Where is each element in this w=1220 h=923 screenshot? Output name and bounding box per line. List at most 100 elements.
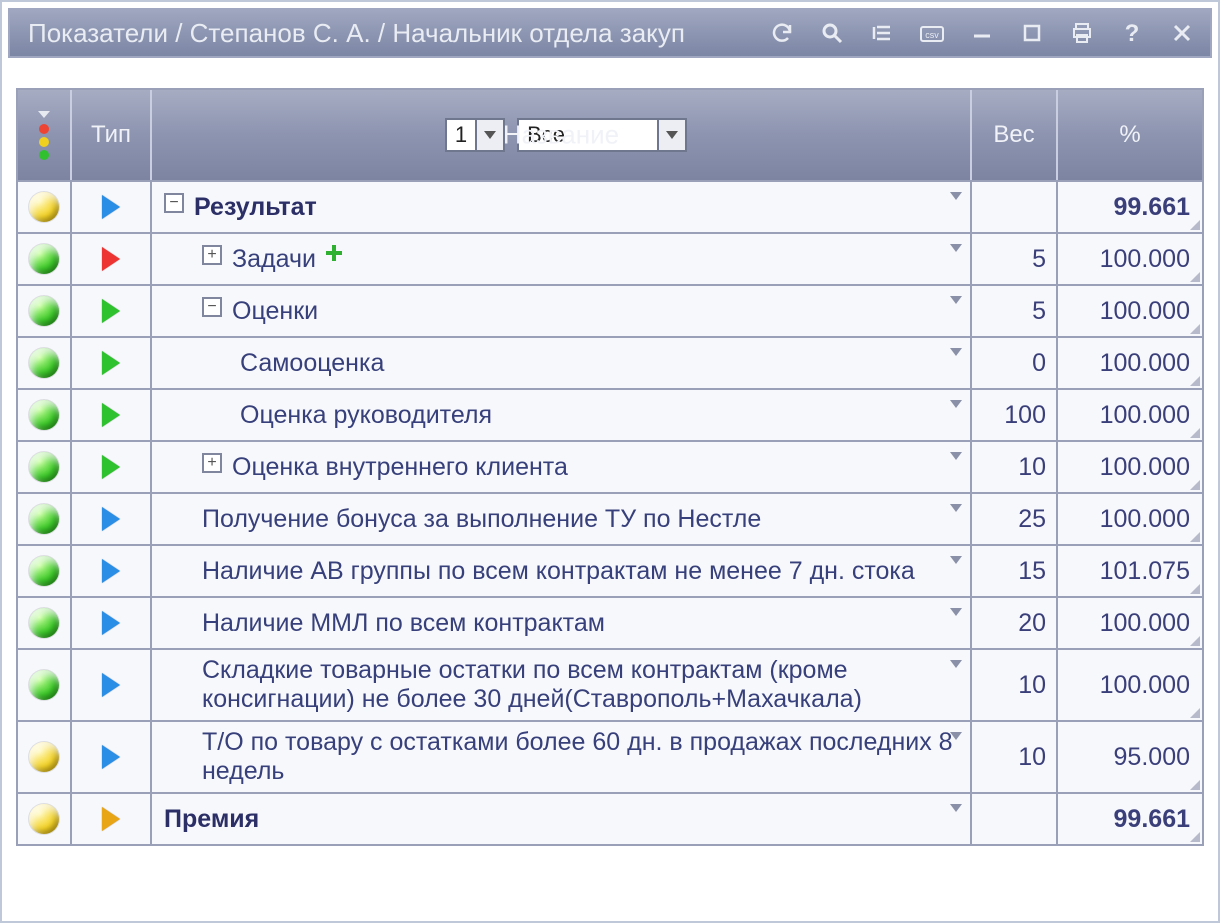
weight-cell[interactable]: 100 (972, 390, 1058, 440)
level-select[interactable]: 1 (445, 118, 505, 152)
name-cell[interactable]: +Задачи (152, 234, 972, 284)
weight-cell[interactable]: 10 (972, 650, 1058, 720)
minimize-icon[interactable] (968, 19, 996, 47)
row-menu-chevron-icon[interactable] (950, 608, 962, 616)
name-cell[interactable]: Оценка руководителя (152, 390, 972, 440)
csv-export-icon[interactable]: csv (918, 19, 946, 47)
table-row[interactable]: Складкие товарные остатки по всем контра… (18, 648, 1202, 720)
help-icon[interactable]: ? (1118, 19, 1146, 47)
weight-cell[interactable]: 10 (972, 722, 1058, 792)
weight-cell[interactable]: 10 (972, 442, 1058, 492)
weight-cell[interactable]: 5 (972, 286, 1058, 336)
pct-cell[interactable]: 101.075 (1058, 546, 1202, 596)
header-type-label: Тип (91, 121, 131, 149)
name-cell[interactable]: Самооценка (152, 338, 972, 388)
name-cell[interactable]: −Результат (152, 182, 972, 232)
status-cell (18, 722, 72, 792)
type-cell[interactable] (72, 182, 152, 232)
header-status-col[interactable] (18, 90, 72, 180)
pct-cell[interactable]: 100.000 (1058, 390, 1202, 440)
table-row[interactable]: Оценка руководителя100100.000 (18, 388, 1202, 440)
add-icon[interactable] (326, 245, 342, 261)
row-menu-chevron-icon[interactable] (950, 732, 962, 740)
weight-cell[interactable]: 20 (972, 598, 1058, 648)
pct-cell[interactable]: 100.000 (1058, 598, 1202, 648)
weight-cell[interactable] (972, 794, 1058, 844)
row-menu-chevron-icon[interactable] (950, 348, 962, 356)
type-cell[interactable] (72, 286, 152, 336)
table-row[interactable]: Самооценка0100.000 (18, 336, 1202, 388)
row-menu-chevron-icon[interactable] (950, 556, 962, 564)
maximize-icon[interactable] (1018, 19, 1046, 47)
type-cell[interactable] (72, 234, 152, 284)
type-cell[interactable] (72, 722, 152, 792)
filter-select-button[interactable] (657, 120, 685, 150)
pct-cell[interactable]: 99.661 (1058, 182, 1202, 232)
name-cell[interactable]: Складкие товарные остатки по всем контра… (152, 650, 972, 720)
row-menu-chevron-icon[interactable] (950, 192, 962, 200)
collapse-icon[interactable]: − (164, 193, 184, 213)
search-icon[interactable] (818, 19, 846, 47)
play-icon (102, 507, 120, 531)
close-icon[interactable] (1168, 19, 1196, 47)
type-cell[interactable] (72, 650, 152, 720)
pct-cell[interactable]: 95.000 (1058, 722, 1202, 792)
type-cell[interactable] (72, 794, 152, 844)
pct-value: 100.000 (1100, 245, 1190, 274)
name-cell[interactable]: Наличие ММЛ по всем контрактам (152, 598, 972, 648)
name-cell[interactable]: Премия (152, 794, 972, 844)
print-icon[interactable] (1068, 19, 1096, 47)
row-menu-chevron-icon[interactable] (950, 400, 962, 408)
pct-cell[interactable]: 100.000 (1058, 494, 1202, 544)
weight-cell[interactable]: 25 (972, 494, 1058, 544)
row-menu-chevron-icon[interactable] (950, 660, 962, 668)
header-pct-col[interactable]: % (1058, 90, 1202, 180)
level-select-button[interactable] (475, 120, 503, 150)
type-cell[interactable] (72, 442, 152, 492)
row-menu-chevron-icon[interactable] (950, 504, 962, 512)
collapse-icon[interactable]: − (202, 297, 222, 317)
name-cell[interactable]: Т/О по товару с остатками более 60 дн. в… (152, 722, 972, 792)
table-row[interactable]: Получение бонуса за выполнение ТУ по Нес… (18, 492, 1202, 544)
table-row[interactable]: Премия 99.661 (18, 792, 1202, 844)
type-cell[interactable] (72, 390, 152, 440)
weight-cell[interactable]: 0 (972, 338, 1058, 388)
weight-cell[interactable]: 15 (972, 546, 1058, 596)
table-row[interactable]: Наличие ММЛ по всем контрактам20 100.000 (18, 596, 1202, 648)
name-cell[interactable]: −Оценки (152, 286, 972, 336)
name-cell[interactable]: Наличие АВ группы по всем контрактам не … (152, 546, 972, 596)
type-cell[interactable] (72, 546, 152, 596)
row-menu-chevron-icon[interactable] (950, 452, 962, 460)
table-row[interactable]: Наличие АВ группы по всем контрактам не … (18, 544, 1202, 596)
pct-cell[interactable]: 100.000 (1058, 338, 1202, 388)
row-menu-chevron-icon[interactable] (950, 804, 962, 812)
type-cell[interactable] (72, 338, 152, 388)
row-menu-chevron-icon[interactable] (950, 296, 962, 304)
list-icon[interactable] (868, 19, 896, 47)
table-row[interactable]: Т/О по товару с остатками более 60 дн. в… (18, 720, 1202, 792)
table-row[interactable]: +Задачи5 100.000 (18, 232, 1202, 284)
name-cell[interactable]: Получение бонуса за выполнение ТУ по Нес… (152, 494, 972, 544)
weight-cell[interactable]: 5 (972, 234, 1058, 284)
pct-cell[interactable]: 100.000 (1058, 442, 1202, 492)
status-cell (18, 794, 72, 844)
pct-cell[interactable]: 100.000 (1058, 650, 1202, 720)
pct-cell[interactable]: 100.000 (1058, 286, 1202, 336)
header-weight-col[interactable]: Вес (972, 90, 1058, 180)
table-row[interactable]: −Результат 99.661 (18, 180, 1202, 232)
svg-text:?: ? (1125, 21, 1140, 45)
type-cell[interactable] (72, 494, 152, 544)
pct-cell[interactable]: 99.661 (1058, 794, 1202, 844)
header-type-col[interactable]: Тип (72, 90, 152, 180)
name-cell[interactable]: +Оценка внутреннего клиента (152, 442, 972, 492)
type-cell[interactable] (72, 598, 152, 648)
row-menu-chevron-icon[interactable] (950, 244, 962, 252)
table-row[interactable]: −Оценки5100.000 (18, 284, 1202, 336)
table-row[interactable]: +Оценка внутреннего клиента10100.000 (18, 440, 1202, 492)
refresh-icon[interactable] (768, 19, 796, 47)
pct-value: 100.000 (1100, 609, 1190, 638)
pct-cell[interactable]: 100.000 (1058, 234, 1202, 284)
expand-icon[interactable]: + (202, 245, 222, 265)
expand-icon[interactable]: + (202, 453, 222, 473)
weight-cell[interactable] (972, 182, 1058, 232)
